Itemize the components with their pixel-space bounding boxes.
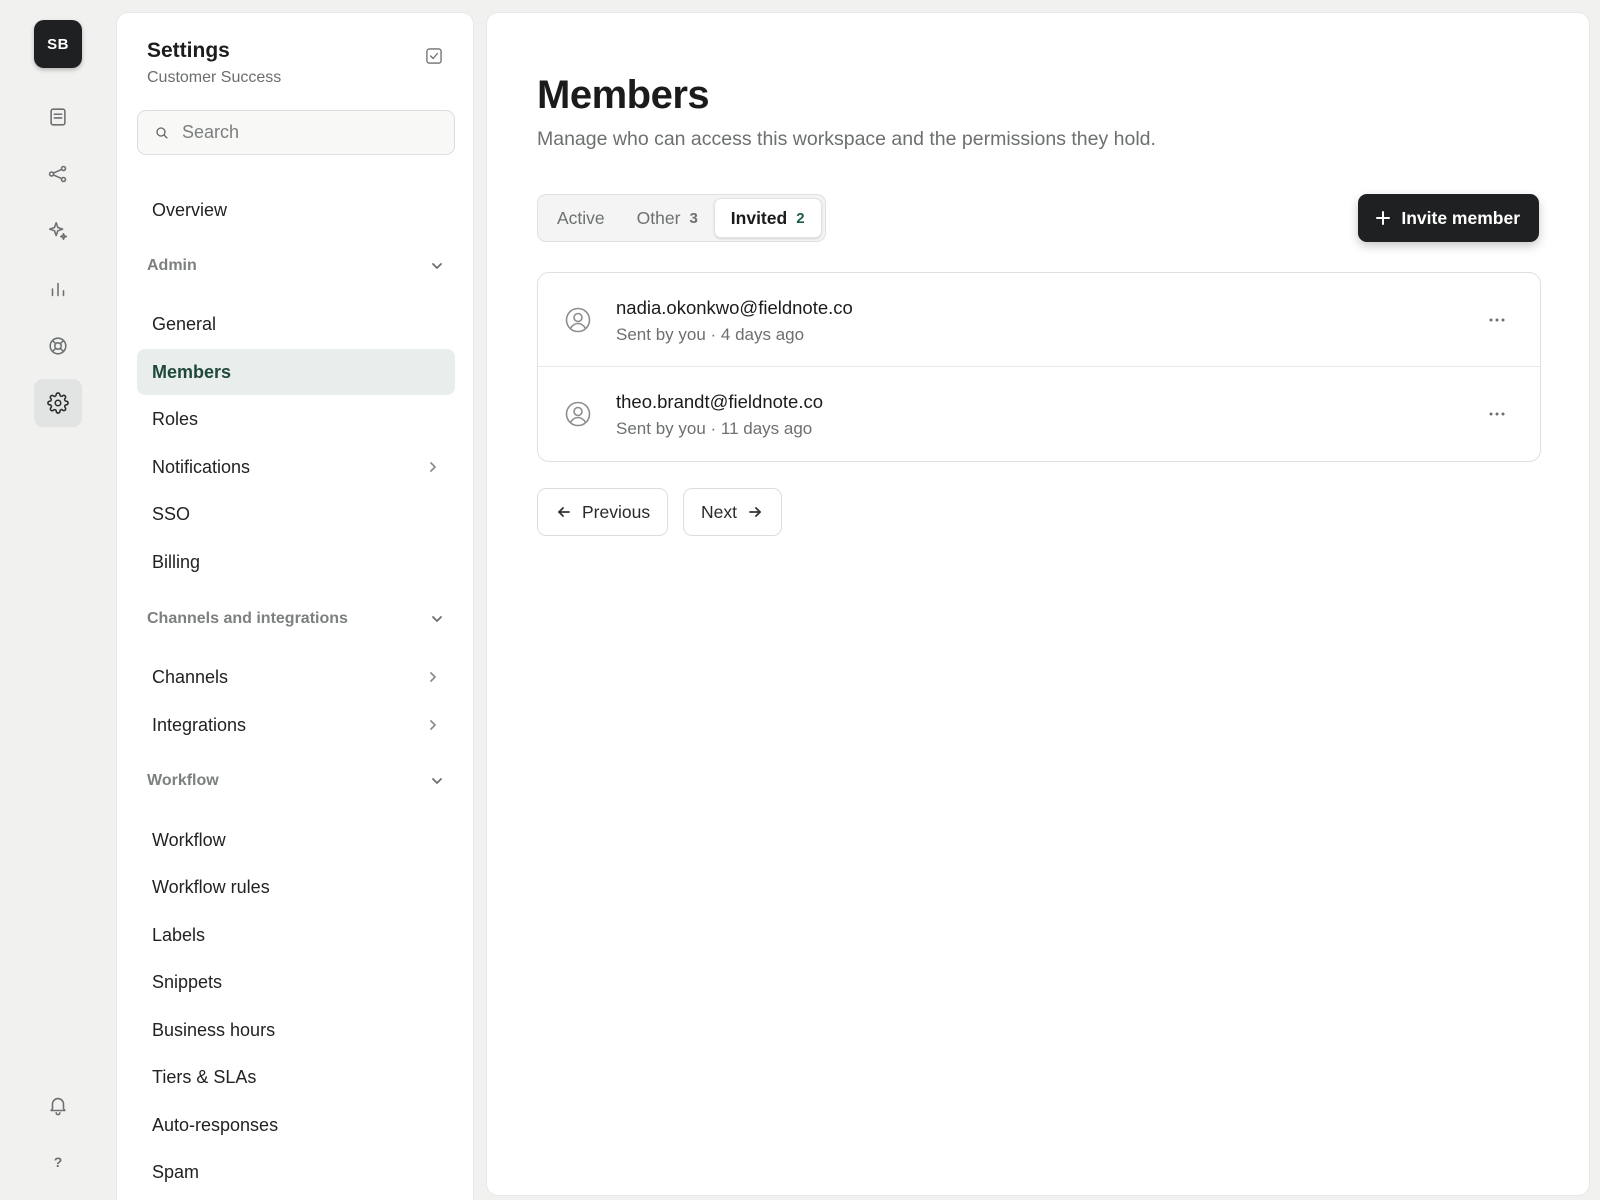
user-circle-icon (565, 307, 591, 333)
checklist-button[interactable] (420, 42, 448, 70)
sidebar-item-label: Notifications (152, 456, 251, 477)
sidebar-item-snippets[interactable]: Snippets (137, 959, 455, 1005)
sidebar-item-spam[interactable]: Spam (137, 1149, 455, 1195)
user-circle-icon (565, 401, 591, 427)
previous-page-button[interactable]: Previous (537, 488, 669, 536)
chevron-down-icon (429, 773, 445, 789)
section-label: Admin (147, 257, 197, 274)
workspace-avatar[interactable]: SB (34, 20, 82, 68)
sidebar-item-workflow[interactable]: Workflow (137, 817, 455, 863)
lifebuoy-icon (49, 337, 67, 355)
invite-member-button[interactable]: Invite member (1358, 194, 1539, 242)
sidebar-item-notifications[interactable]: Notifications (137, 444, 455, 490)
document-icon (50, 108, 66, 126)
chevron-right-icon (425, 459, 441, 475)
section-channels-integrations[interactable]: Channels and integrations (137, 601, 455, 637)
section-label: Workflow (147, 772, 219, 789)
gear-icon (47, 392, 69, 414)
arrow-right-icon (749, 507, 761, 517)
tab-count-badge: 2 (796, 209, 805, 227)
sidebar-item-business-hours[interactable]: Business hours (137, 1007, 455, 1053)
arrow-left-icon (558, 507, 570, 517)
chevron-right-icon (425, 669, 441, 685)
more-options-button[interactable] (1482, 399, 1512, 429)
share-nodes-icon (48, 165, 67, 183)
list-item[interactable]: theo.brandt@fieldnote.co Sent by you · 1… (538, 367, 1540, 461)
sidebar-item-workflow-rules[interactable]: Workflow rules (137, 864, 455, 910)
tab-count-badge: 3 (689, 209, 698, 227)
invites-list: nadia.okonkwo@fieldnote.co Sent by you ·… (537, 272, 1541, 462)
sidebar-item-general[interactable]: General (137, 301, 455, 347)
section-label: Channels and integrations (147, 610, 348, 627)
section-workflow[interactable]: Workflow (137, 763, 455, 799)
sparkles-icon (48, 221, 68, 241)
sidebar-item-channels[interactable]: Channels (137, 654, 455, 700)
app-rail: SB ? (0, 0, 115, 1200)
next-page-button[interactable]: Next (683, 488, 782, 536)
member-status-tabs: Active Other 3 Invited 2 (537, 194, 826, 242)
inbox-nav-button[interactable] (34, 93, 82, 141)
tab-label: Other (636, 207, 681, 228)
invite-meta: Sent by you · 4 days ago (616, 325, 805, 344)
more-horizontal-icon (1489, 318, 1505, 322)
members-panel: Members Manage who can access this works… (486, 12, 1590, 1196)
help-center-nav-button[interactable] (34, 322, 82, 370)
sidebar-item-sso[interactable]: SSO (137, 491, 455, 537)
list-item[interactable]: nadia.okonkwo@fieldnote.co Sent by you ·… (538, 273, 1540, 367)
sidebar-item-members[interactable]: Members (137, 349, 455, 395)
previous-label: Previous (582, 501, 651, 522)
sidebar-item-label: Channels (152, 666, 229, 687)
sidebar-item-overview[interactable]: Overview (137, 187, 455, 233)
tab-invited[interactable]: Invited 2 (713, 198, 822, 238)
reports-nav-button[interactable] (34, 265, 82, 313)
chevron-down-icon (429, 258, 445, 274)
invite-member-label: Invite member (1401, 207, 1520, 228)
next-label: Next (701, 501, 737, 522)
notifications-rail-button[interactable] (34, 1081, 82, 1129)
tab-label: Invited (730, 207, 788, 228)
sidebar-item-label: Integrations (152, 714, 247, 735)
settings-sidebar: Settings Customer Success Overview Admin… (116, 12, 474, 1200)
bar-chart-icon (51, 282, 65, 297)
chevron-right-icon (425, 717, 441, 733)
share-nav-button[interactable] (34, 150, 82, 198)
sidebar-item-integrations[interactable]: Integrations (137, 702, 455, 748)
search-icon (156, 126, 168, 139)
sidebar-item-roles[interactable]: Roles (137, 396, 455, 442)
sidebar-search (137, 110, 455, 155)
chevron-down-icon (429, 611, 445, 627)
sidebar-item-tiers-slas[interactable]: Tiers & SLAs (137, 1054, 455, 1100)
checkbox-icon (426, 48, 442, 64)
sidebar-item-auto-responses[interactable]: Auto-responses (137, 1102, 455, 1148)
sidebar-item-labels[interactable]: Labels (137, 912, 455, 958)
sidebar-item-billing[interactable]: Billing (137, 539, 455, 585)
ai-nav-button[interactable] (34, 207, 82, 255)
invite-email: nadia.okonkwo@fieldnote.co (616, 297, 853, 318)
tab-active[interactable]: Active (541, 198, 621, 238)
page-subtitle: Manage who can access this workspace and… (537, 128, 1156, 150)
tab-label: Active (557, 207, 605, 228)
plus-icon (1376, 211, 1391, 225)
tab-other[interactable]: Other 3 (621, 198, 714, 238)
section-admin[interactable]: Admin (137, 248, 455, 284)
more-options-button[interactable] (1482, 305, 1512, 335)
bell-icon (50, 1097, 66, 1116)
sidebar-subtitle: Customer Success (147, 69, 282, 86)
invite-email: theo.brandt@fieldnote.co (616, 391, 824, 412)
sidebar-title: Settings (147, 39, 230, 62)
settings-nav-button[interactable] (34, 379, 82, 427)
search-input[interactable] (182, 122, 442, 143)
help-button[interactable]: ? (34, 1138, 82, 1186)
invite-meta: Sent by you · 11 days ago (616, 419, 813, 438)
more-horizontal-icon (1489, 412, 1505, 416)
page-title: Members (537, 73, 710, 117)
